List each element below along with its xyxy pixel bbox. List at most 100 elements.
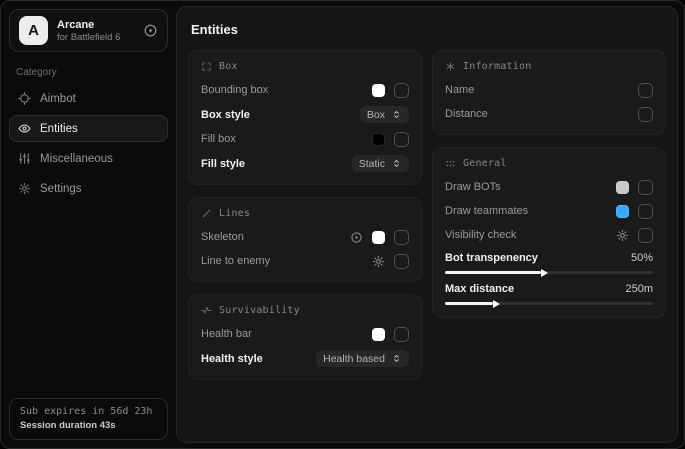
color-swatch[interactable] xyxy=(372,133,385,146)
sidebar-item-miscellaneous[interactable]: Miscellaneous xyxy=(9,145,168,172)
main-panel: Entities Box Bounding box Box style Box Fi… xyxy=(176,6,678,443)
checkbox[interactable] xyxy=(394,327,409,342)
checkbox[interactable] xyxy=(394,83,409,98)
sidebar-item-entities[interactable]: Entities xyxy=(9,115,168,142)
chevron-up-down-icon xyxy=(391,109,402,120)
card-header: Lines xyxy=(201,208,409,219)
setting-label: Visibility check xyxy=(445,229,516,241)
sidebar-item-label: Entities xyxy=(40,123,78,135)
row-controls xyxy=(372,327,409,342)
card-survivability: Survivability Health bar Health style Hea… xyxy=(188,294,422,380)
sub-expiry-text: Sub expires in 56d 23h xyxy=(20,406,157,417)
slider[interactable] xyxy=(445,271,653,274)
card-header: Survivability xyxy=(201,305,409,316)
gear-icon xyxy=(18,182,31,195)
sidebar-item-aimbot[interactable]: Aimbot xyxy=(9,85,168,112)
checkbox[interactable] xyxy=(394,230,409,245)
session-duration-text: Session duration 43s xyxy=(20,420,157,431)
row-controls xyxy=(350,230,409,245)
checkbox[interactable] xyxy=(638,228,653,243)
card-columns: Box Bounding box Box style Box Fill box Fi… xyxy=(188,50,666,380)
select-value: Box xyxy=(367,109,385,121)
setting-row: Bounding box xyxy=(201,82,409,98)
select-health-style[interactable]: Health based xyxy=(316,350,409,367)
checkbox[interactable] xyxy=(638,180,653,195)
app-window: A Arcane for Battlefield 6 Category Aimb… xyxy=(0,0,685,449)
setting-row: Skeleton xyxy=(201,229,409,245)
setting-label: Name xyxy=(445,84,474,96)
setting-row: Distance xyxy=(445,106,653,122)
color-swatch[interactable] xyxy=(616,205,629,218)
slider-fill xyxy=(445,271,541,274)
box-corners-icon xyxy=(201,61,212,72)
select-value: Health based xyxy=(323,353,385,365)
card-title: General xyxy=(463,158,507,169)
slider-header: Bot transpenency 50% xyxy=(445,251,653,265)
card-header: Information xyxy=(445,61,653,72)
row-controls: Health based xyxy=(316,350,409,367)
slider-value: 50% xyxy=(631,252,653,264)
slider-thumb[interactable] xyxy=(541,269,548,277)
card-header: Box xyxy=(201,61,409,72)
setting-row: Fill style Static xyxy=(201,155,409,172)
slider-thumb[interactable] xyxy=(493,300,500,308)
setting-row: Health bar xyxy=(201,326,409,342)
checkbox[interactable] xyxy=(394,254,409,269)
checkbox[interactable] xyxy=(638,204,653,219)
checkbox[interactable] xyxy=(638,107,653,122)
setting-row: Fill box xyxy=(201,131,409,147)
slider-header: Max distance 250m xyxy=(445,282,653,296)
row-controls xyxy=(372,132,409,147)
checkbox[interactable] xyxy=(638,83,653,98)
app-name: Arcane xyxy=(57,19,134,31)
color-swatch[interactable] xyxy=(616,181,629,194)
gear-icon[interactable] xyxy=(372,255,385,268)
select-box-style[interactable]: Box xyxy=(360,106,409,123)
profile-card: A Arcane for Battlefield 6 xyxy=(9,9,168,52)
target-icon[interactable] xyxy=(350,231,363,244)
sidebar-item-settings[interactable]: Settings xyxy=(9,175,168,202)
setting-row: Name xyxy=(445,82,653,98)
color-swatch[interactable] xyxy=(372,84,385,97)
sidebar-nav: Aimbot Entities Miscellaneous Settings xyxy=(1,85,176,202)
setting-row: Visibility check xyxy=(445,227,653,243)
setting-label: Draw teammates xyxy=(445,205,528,217)
column-right: InformationName Distance GeneralDraw BOT… xyxy=(432,50,666,318)
target-icon[interactable] xyxy=(143,23,158,38)
setting-label: Distance xyxy=(445,108,488,120)
pulse-icon xyxy=(201,305,212,316)
chevron-up-down-icon xyxy=(391,353,402,364)
profile-text: Arcane for Battlefield 6 xyxy=(57,19,134,43)
select-value: Static xyxy=(359,158,385,170)
sidebar-item-label: Aimbot xyxy=(40,93,76,105)
app-logo: A xyxy=(19,16,48,45)
gear-icon[interactable] xyxy=(616,229,629,242)
checkbox[interactable] xyxy=(394,132,409,147)
slider-fill xyxy=(445,302,493,305)
color-swatch[interactable] xyxy=(372,231,385,244)
sliders-icon xyxy=(18,152,31,165)
card-information: Information Name Distance xyxy=(432,50,666,135)
setting-row: Max distance 250m xyxy=(445,282,653,305)
row-controls xyxy=(372,83,409,98)
app-subtitle: for Battlefield 6 xyxy=(57,32,134,43)
crosshair-icon xyxy=(18,92,31,105)
setting-row: Health style Health based xyxy=(201,350,409,367)
chevron-up-down-icon xyxy=(391,158,402,169)
slider[interactable] xyxy=(445,302,653,305)
color-swatch[interactable] xyxy=(372,328,385,341)
sidebar: A Arcane for Battlefield 6 Category Aimb… xyxy=(1,1,176,448)
setting-label: Fill style xyxy=(201,158,245,170)
select-fill-style[interactable]: Static xyxy=(352,155,409,172)
setting-label: Box style xyxy=(201,109,250,121)
setting-label: Bounding box xyxy=(201,84,268,96)
card-header: General xyxy=(445,158,653,169)
sidebar-item-label: Settings xyxy=(40,183,82,195)
setting-row: Line to enemy xyxy=(201,253,409,269)
line-icon xyxy=(201,208,212,219)
page-title: Entities xyxy=(191,22,663,37)
setting-label: Health bar xyxy=(201,328,252,340)
sidebar-item-label: Miscellaneous xyxy=(40,153,113,165)
row-controls xyxy=(616,228,653,243)
row-controls: Box xyxy=(360,106,409,123)
